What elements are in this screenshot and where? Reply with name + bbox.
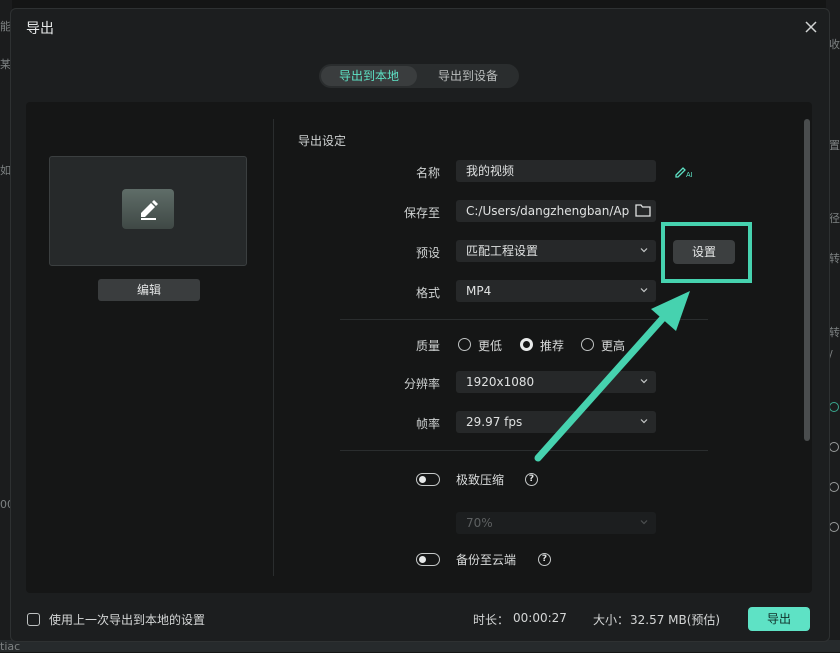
background-text: 置 — [829, 139, 840, 152]
compress-level-select: 70% — [456, 512, 656, 534]
remember-settings-label: 使用上一次导出到本地的设置 — [49, 613, 206, 627]
close-icon[interactable] — [801, 17, 821, 37]
quality-option-label: 更低 — [478, 339, 503, 353]
size-value: 32.57 MB(预估) — [630, 613, 721, 627]
save-to-label: 保存至 — [403, 206, 440, 220]
framerate-value: 29.97 fps — [466, 415, 523, 429]
background-radio — [829, 402, 839, 412]
cloud-backup-toggle[interactable] — [416, 553, 440, 566]
compress-level-value: 70% — [466, 516, 493, 530]
quality-radio-low[interactable] — [458, 338, 471, 351]
name-label: 名称 — [415, 166, 440, 180]
tab-export-device[interactable]: 导出到设备 — [419, 66, 517, 86]
highlight-box — [661, 222, 752, 283]
name-input[interactable]: 我的视频 — [456, 160, 656, 182]
chevron-down-icon — [640, 520, 648, 525]
pointer-arrow-icon — [534, 291, 690, 462]
edit-button[interactable]: 编辑 — [98, 279, 200, 301]
save-path-input[interactable]: C:/Users/dangzhengban/Ap — [456, 200, 656, 222]
background-text: 转 — [829, 252, 840, 265]
panel-divider — [273, 119, 274, 576]
section-title: 导出设定 — [298, 134, 347, 148]
format-value: MP4 — [466, 284, 492, 298]
chevron-down-icon — [640, 248, 648, 253]
duration-label: 时长： — [473, 613, 510, 627]
duration-value: 00:00:27 — [513, 611, 567, 625]
preset-label: 预设 — [415, 246, 440, 260]
help-icon[interactable]: ? — [525, 473, 538, 486]
resolution-value: 1920x1080 — [466, 375, 535, 389]
remember-settings-checkbox[interactable] — [27, 613, 40, 626]
tab-export-local[interactable]: 导出到本地 — [321, 66, 417, 86]
quality-label: 质量 — [415, 339, 440, 353]
background-radio — [829, 522, 839, 532]
preset-value: 匹配工程设置 — [466, 244, 539, 258]
resolution-label: 分辨率 — [403, 377, 440, 391]
background-text: 径 — [829, 212, 840, 225]
background-text: 收 — [829, 38, 840, 51]
svg-text:AI: AI — [686, 172, 693, 179]
size-label: 大小： — [593, 613, 630, 627]
background-radio — [829, 482, 839, 492]
dialog-title: 导出 — [26, 21, 54, 37]
background-radio — [829, 442, 839, 452]
framerate-label: 帧率 — [415, 417, 440, 431]
export-dialog: 导出 导出到本地 导出到设备 编辑 导出设定 名称 我的视频 AI 保存至 C:… — [10, 8, 830, 642]
ai-rename-icon[interactable]: AI — [674, 163, 696, 179]
settings-scrollbar[interactable] — [804, 119, 810, 441]
edit-icon — [122, 189, 174, 229]
folder-icon[interactable] — [635, 203, 651, 217]
extreme-compress-toggle[interactable] — [416, 473, 440, 486]
preset-select[interactable]: 匹配工程设置 — [456, 240, 656, 262]
extreme-compress-label: 极致压缩 — [456, 473, 505, 487]
export-target-tabs: 导出到本地 导出到设备 — [319, 64, 519, 88]
format-label: 格式 — [415, 286, 440, 300]
background-text: 转 — [829, 326, 840, 339]
help-icon[interactable]: ? — [538, 553, 551, 566]
cloud-backup-label: 备份至云端 — [456, 553, 517, 567]
export-button[interactable]: 导出 — [748, 607, 810, 631]
